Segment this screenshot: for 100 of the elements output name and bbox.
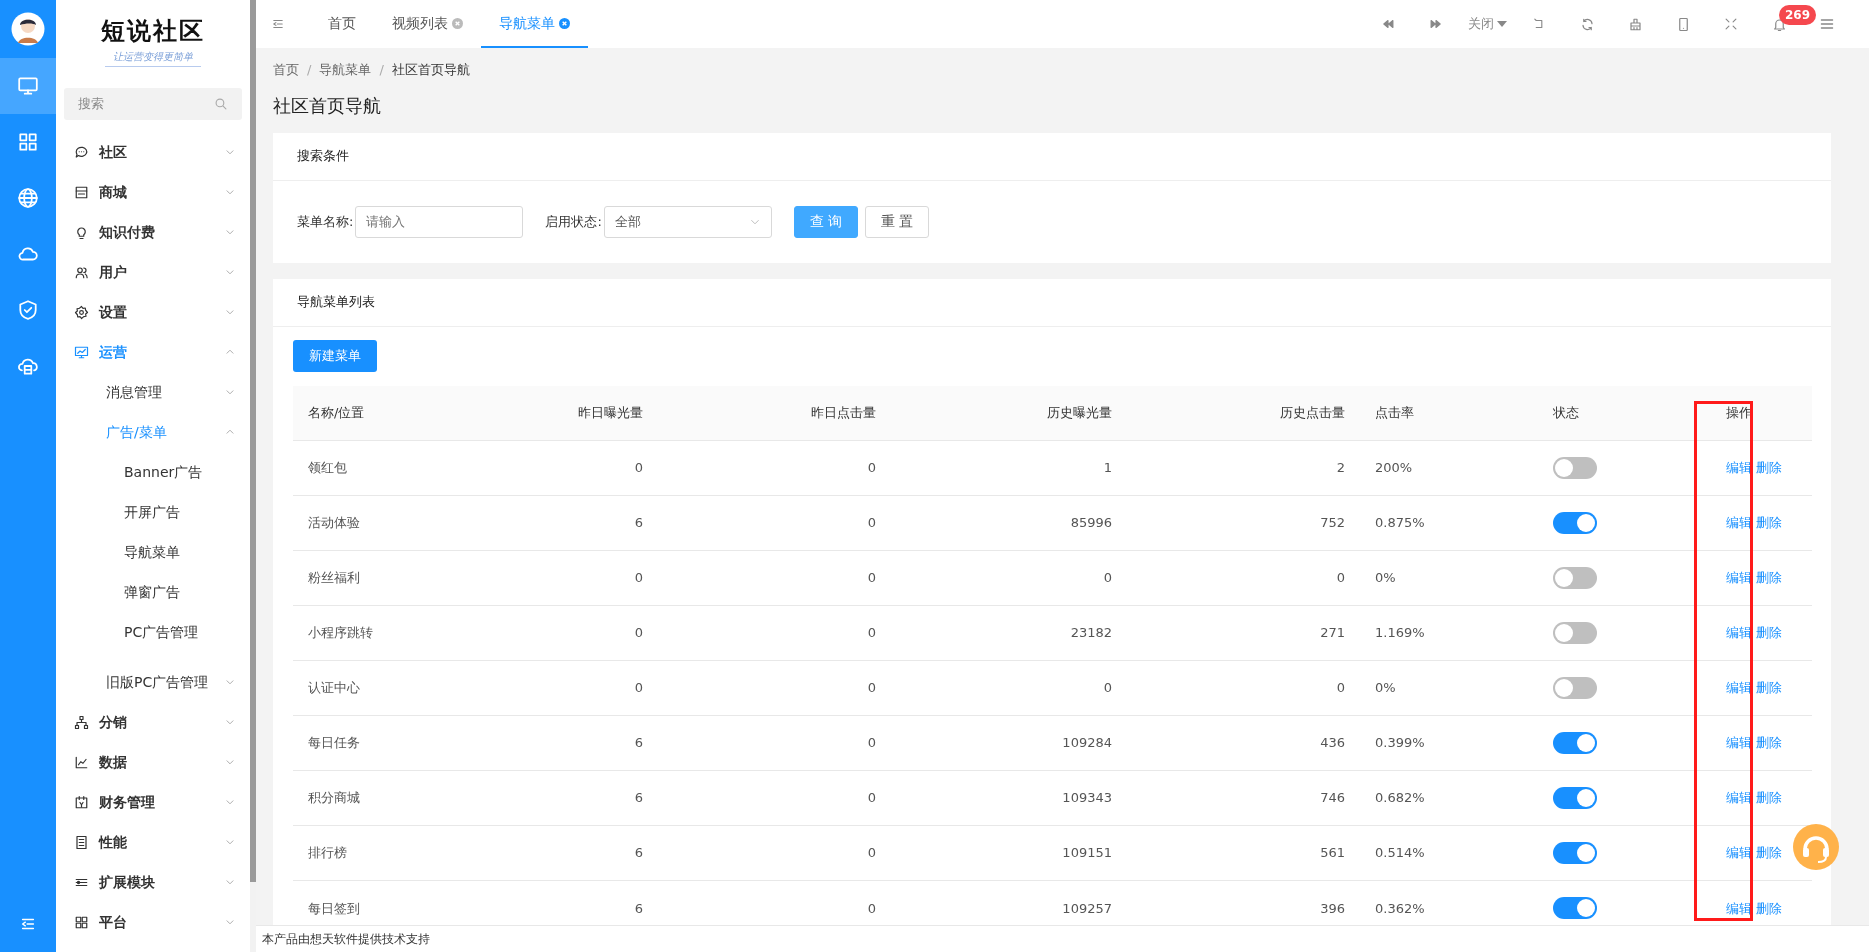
menu-item[interactable]: 消息管理 bbox=[56, 372, 250, 412]
document-icon bbox=[74, 834, 89, 850]
delete-link[interactable]: 删除 bbox=[1756, 515, 1783, 531]
close-icon[interactable] bbox=[452, 17, 463, 29]
delete-link[interactable]: 删除 bbox=[1756, 680, 1783, 696]
table-cell: 0 bbox=[658, 605, 891, 661]
edit-link[interactable]: 编辑 bbox=[1726, 460, 1752, 476]
menu-item[interactable]: 性能 bbox=[56, 822, 250, 862]
menu-item[interactable]: 用户 bbox=[56, 252, 250, 292]
edit-link[interactable]: 编辑 bbox=[1726, 900, 1752, 916]
toggle-switch[interactable] bbox=[1553, 732, 1597, 754]
table-cell: 0 bbox=[493, 550, 658, 606]
menu-item[interactable]: 分销 bbox=[56, 702, 250, 742]
breadcrumb-link[interactable]: 首页 bbox=[273, 60, 299, 80]
compress-icon[interactable] bbox=[1724, 17, 1738, 31]
table-cell: 0 bbox=[658, 715, 891, 771]
toggle-switch[interactable] bbox=[1553, 897, 1597, 920]
close-menu-button[interactable]: 关闭 bbox=[1459, 0, 1515, 48]
edit-link[interactable]: 编辑 bbox=[1726, 735, 1752, 751]
new-menu-button[interactable]: 新建菜单 bbox=[293, 339, 377, 372]
delete-link[interactable]: 删除 bbox=[1756, 900, 1783, 916]
toggle-switch[interactable] bbox=[1553, 622, 1597, 644]
column-header: 昨日点击量 bbox=[658, 385, 891, 441]
table-cell: 109151 bbox=[891, 825, 1127, 881]
toggle-switch[interactable] bbox=[1553, 567, 1597, 589]
menu-item[interactable]: 财务管理 bbox=[56, 782, 250, 822]
broom-icon[interactable] bbox=[1627, 16, 1643, 32]
table-cell: 0 bbox=[658, 440, 891, 496]
close-icon[interactable] bbox=[559, 17, 570, 29]
table-cell: 0 bbox=[658, 660, 891, 716]
menu-item[interactable]: 扩展模块 bbox=[56, 862, 250, 902]
avatar[interactable] bbox=[11, 12, 45, 46]
tab[interactable]: 视频列表 bbox=[374, 0, 481, 48]
search-field[interactable]: 搜索 bbox=[64, 88, 242, 120]
menu-icon[interactable] bbox=[1819, 16, 1835, 32]
delete-link[interactable]: 删除 bbox=[1756, 460, 1783, 476]
table-cell: 561 bbox=[1127, 825, 1360, 881]
table-cell: 6 bbox=[493, 495, 658, 551]
fast-forward-icon[interactable] bbox=[1428, 17, 1443, 31]
table-cell: 200% bbox=[1360, 440, 1538, 496]
menu-item[interactable]: 开屏广告 bbox=[56, 492, 250, 532]
menu-item[interactable]: 知识付费 bbox=[56, 212, 250, 252]
menu-item[interactable]: PC广告管理 bbox=[56, 612, 250, 652]
delete-link[interactable]: 删除 bbox=[1756, 735, 1783, 751]
menu-item[interactable]: 数据 bbox=[56, 742, 250, 782]
column-header: 名称/位置 bbox=[293, 385, 493, 441]
input-field[interactable]: 请输入 bbox=[355, 205, 524, 238]
scrollbar[interactable] bbox=[250, 0, 256, 882]
table-cell: 1 bbox=[891, 440, 1127, 496]
column-header: 状态 bbox=[1538, 385, 1711, 441]
query-button[interactable]: 查 询 bbox=[793, 205, 859, 238]
reset-button[interactable]: 重 置 bbox=[864, 205, 930, 238]
page-title: 社区首页导航 bbox=[273, 93, 382, 118]
refresh-icon[interactable] bbox=[1579, 16, 1595, 32]
toggle-switch[interactable] bbox=[1553, 512, 1597, 534]
menu-item[interactable]: 运营 bbox=[56, 332, 250, 372]
delete-link[interactable]: 删除 bbox=[1756, 790, 1783, 806]
line-chart-icon bbox=[74, 754, 89, 770]
gear-icon bbox=[74, 304, 89, 320]
toggle-switch[interactable] bbox=[1553, 677, 1597, 699]
menu-item[interactable]: 平台 bbox=[56, 902, 250, 942]
delete-link[interactable]: 删除 bbox=[1756, 625, 1783, 641]
toggle-switch[interactable] bbox=[1553, 457, 1597, 479]
edit-link[interactable]: 编辑 bbox=[1726, 570, 1752, 586]
table-cell: 0 bbox=[493, 660, 658, 716]
breadcrumb-link[interactable]: 导航菜单 bbox=[319, 60, 372, 80]
table-cell: 0 bbox=[891, 550, 1127, 606]
table-cell: 0 bbox=[658, 825, 891, 881]
headset-help-button[interactable] bbox=[1791, 823, 1841, 873]
notification-count: 269 bbox=[1779, 5, 1817, 25]
rewind-icon[interactable] bbox=[1380, 17, 1395, 31]
menu-item[interactable]: Banner广告 bbox=[56, 452, 250, 492]
menu-item[interactable]: 旧版PC广告管理 bbox=[56, 662, 250, 702]
toggle-switch[interactable] bbox=[1553, 787, 1597, 809]
table-cell: 0 bbox=[493, 605, 658, 661]
rail-item[interactable] bbox=[0, 58, 56, 114]
menu-item[interactable]: 弹窗广告 bbox=[56, 572, 250, 612]
edit-link[interactable]: 编辑 bbox=[1726, 680, 1752, 696]
collapse-icon[interactable] bbox=[271, 17, 285, 31]
edit-link[interactable]: 编辑 bbox=[1726, 845, 1752, 861]
tab[interactable]: 首页 bbox=[310, 0, 374, 48]
table-cell: 0% bbox=[1360, 550, 1538, 606]
menu-item[interactable]: 设置 bbox=[56, 292, 250, 332]
menu-item[interactable]: 导航菜单 bbox=[56, 532, 250, 572]
table-cell: 小程序跳转 bbox=[293, 605, 493, 661]
menu-item[interactable]: 社区 bbox=[56, 132, 250, 172]
edit-link[interactable]: 编辑 bbox=[1726, 625, 1752, 641]
edit-link[interactable]: 编辑 bbox=[1726, 790, 1752, 806]
delete-link[interactable]: 删除 bbox=[1756, 845, 1783, 861]
table-cell: 0.399% bbox=[1360, 715, 1538, 771]
select-field[interactable]: 全部 bbox=[603, 205, 772, 238]
menu-item[interactable]: 商城 bbox=[56, 172, 250, 212]
brand-slogan: 让运营变得更简单 bbox=[105, 49, 201, 67]
delete-link[interactable]: 删除 bbox=[1756, 570, 1783, 586]
edit-link[interactable]: 编辑 bbox=[1726, 515, 1752, 531]
monitor-icon bbox=[17, 75, 39, 97]
menu-item[interactable]: 广告/菜单 bbox=[56, 412, 250, 452]
toggle-switch[interactable] bbox=[1553, 842, 1597, 864]
tab[interactable]: 导航菜单 bbox=[481, 0, 588, 48]
table-cell: 6 bbox=[493, 770, 658, 826]
